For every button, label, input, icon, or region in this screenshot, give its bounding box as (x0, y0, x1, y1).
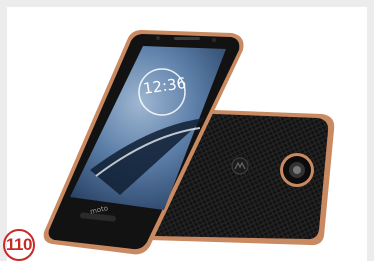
badge-number: 110 (6, 235, 32, 254)
smartphone-illustration (3, 30, 335, 261)
image-frame: 12:36 moto 110 (0, 0, 374, 261)
earpiece (174, 37, 200, 40)
